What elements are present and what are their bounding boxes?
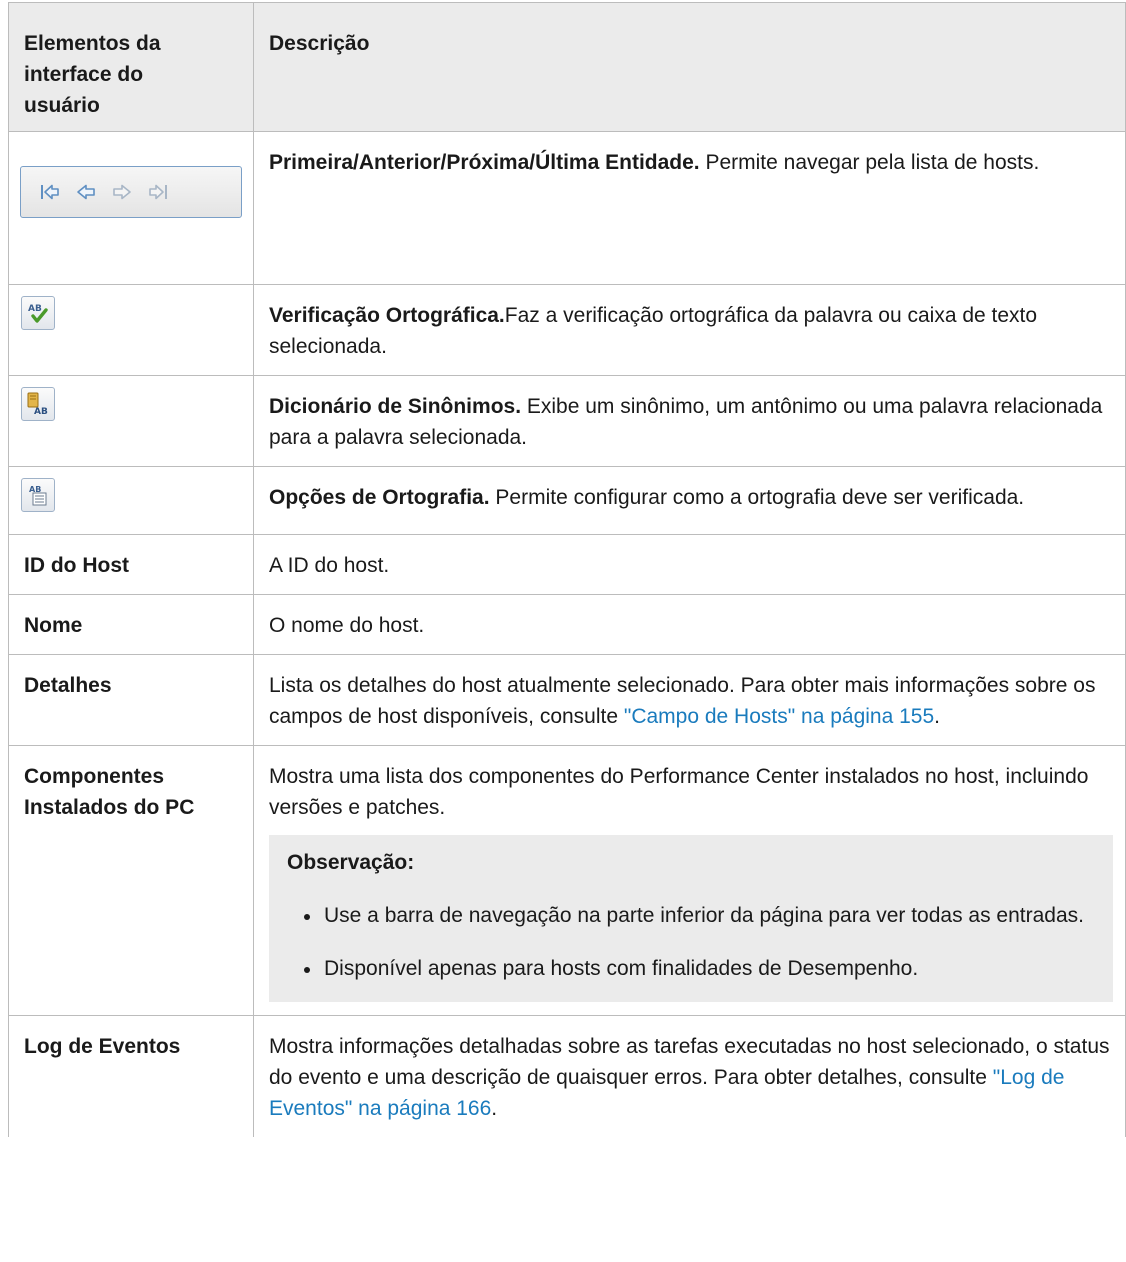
table-row: Detalhes Lista os detalhes do host atual… bbox=[8, 654, 1126, 746]
bullet-icon bbox=[304, 914, 310, 920]
description-cell: Dicionário de Sinônimos. Exibe um sinôni… bbox=[253, 375, 1126, 467]
header-description: Descrição bbox=[253, 2, 1126, 132]
element-cell: Log de Eventos bbox=[8, 1015, 254, 1137]
element-cell: AB bbox=[8, 466, 254, 535]
table-row: ID do Host A ID do host. bbox=[8, 534, 1126, 595]
header-ui-elements: Elementos da interface do usuário bbox=[8, 2, 254, 132]
svg-text:AB: AB bbox=[34, 407, 48, 417]
description-cell: Mostra uma lista dos componentes do Perf… bbox=[253, 745, 1126, 1016]
entity-navigation-toolbar bbox=[20, 166, 242, 218]
element-cell bbox=[8, 131, 254, 285]
table-header-row: Elementos da interface do usuário Descri… bbox=[8, 2, 1126, 132]
note-title: Observação: bbox=[287, 851, 415, 874]
spell-check-icon: AB bbox=[28, 304, 48, 323]
description-cell: Verificação Ortográfica.Faz a verificaçã… bbox=[253, 284, 1126, 376]
table-row: Primeira/Anterior/Próxima/Última Entidad… bbox=[8, 131, 1126, 285]
element-cell: AB bbox=[8, 375, 254, 467]
svg-text:AB: AB bbox=[28, 304, 42, 314]
ui-elements-table: Elementos da interface do usuário Descri… bbox=[8, 2, 1126, 1137]
first-entity-icon[interactable] bbox=[39, 181, 61, 203]
last-entity-icon[interactable] bbox=[147, 181, 169, 203]
spelling-options-button[interactable]: AB bbox=[21, 478, 55, 512]
spell-check-button[interactable]: AB bbox=[21, 296, 55, 330]
description-cell: Primeira/Anterior/Próxima/Última Entidad… bbox=[253, 131, 1126, 285]
description-cell: Lista os detalhes do host atualmente sel… bbox=[253, 654, 1126, 746]
table-row: Nome O nome do host. bbox=[8, 594, 1126, 655]
note-box: Observação: Use a barra de navegação na … bbox=[269, 835, 1113, 1002]
thesaurus-button[interactable]: AB bbox=[21, 387, 55, 421]
bullet-icon bbox=[304, 967, 310, 973]
description-cell: A ID do host. bbox=[253, 534, 1126, 595]
element-cell: AB bbox=[8, 284, 254, 376]
table-row: Componentes Instalados do PC Mostra uma … bbox=[8, 745, 1126, 1016]
description-cell: Mostra informações detalhadas sobre as t… bbox=[253, 1015, 1126, 1137]
thesaurus-icon: AB bbox=[27, 392, 48, 417]
previous-entity-icon[interactable] bbox=[75, 181, 97, 203]
element-cell: Detalhes bbox=[8, 654, 254, 746]
description-cell: Opções de Ortografia. Permite configurar… bbox=[253, 466, 1126, 535]
spelling-options-icon: AB bbox=[29, 485, 47, 506]
table-row: AB Verificação Ortográfica.Faz a verific… bbox=[8, 284, 1126, 376]
list-item: Disponível apenas para hosts com finalid… bbox=[287, 953, 1095, 984]
note-list: Use a barra de navegação na parte inferi… bbox=[287, 900, 1095, 984]
element-cell: Componentes Instalados do PC bbox=[8, 745, 254, 1016]
list-item: Use a barra de navegação na parte inferi… bbox=[287, 900, 1095, 931]
table-row: AB Opções de Ortografia. Permite configu… bbox=[8, 466, 1126, 535]
next-entity-icon[interactable] bbox=[111, 181, 133, 203]
table-row: Log de Eventos Mostra informações detalh… bbox=[8, 1015, 1126, 1137]
table-row: AB Dicionário de Sinônimos. Exibe um sin… bbox=[8, 375, 1126, 467]
description-cell: O nome do host. bbox=[253, 594, 1126, 655]
element-cell: Nome bbox=[8, 594, 254, 655]
element-cell: ID do Host bbox=[8, 534, 254, 595]
hosts-field-link[interactable]: "Campo de Hosts" na página 155 bbox=[624, 705, 934, 728]
